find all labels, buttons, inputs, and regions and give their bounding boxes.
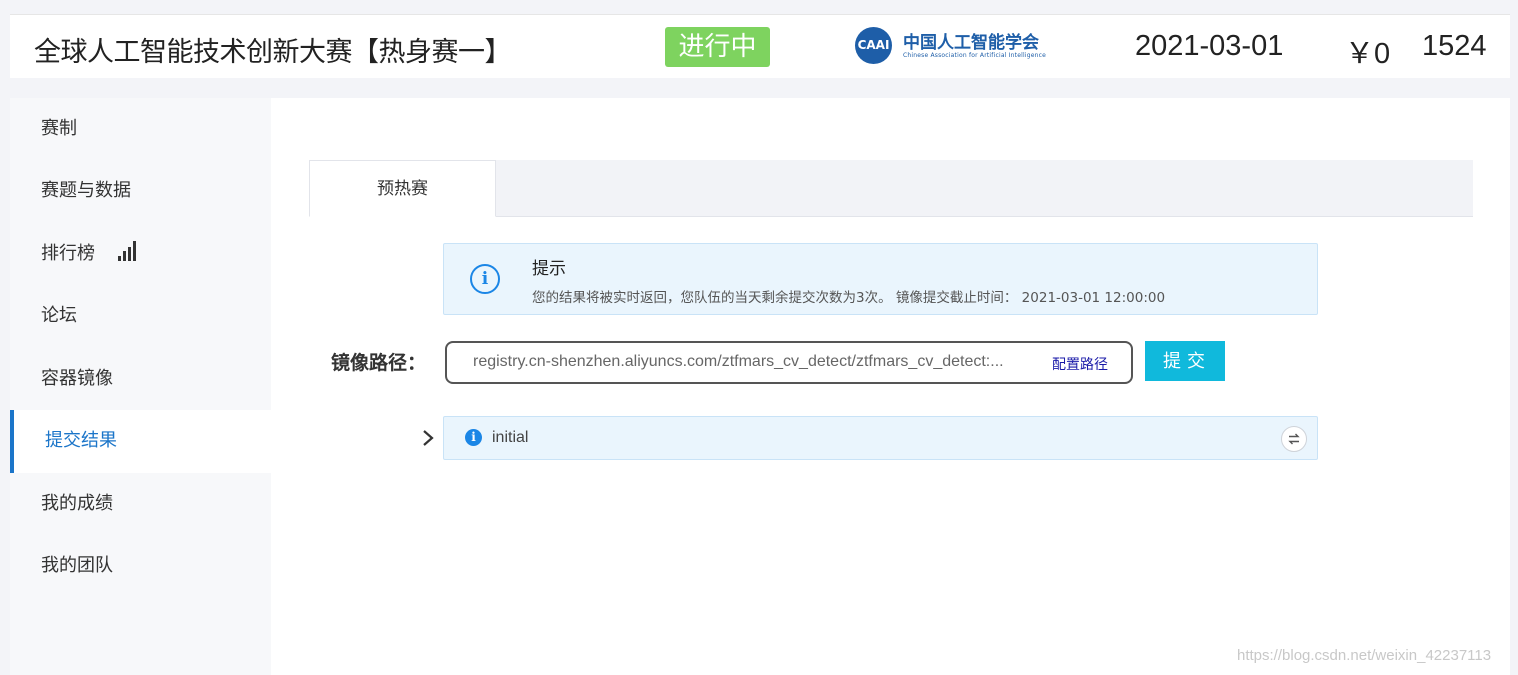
status-badge: 进行中 xyxy=(665,27,770,67)
competition-date: 2021-03-01 xyxy=(1135,30,1284,62)
image-path-field[interactable]: registry.cn-shenzhen.aliyuncs.com/ztfmar… xyxy=(445,341,1133,384)
sidebar-item-problem-data[interactable]: 赛题与数据 xyxy=(10,160,271,222)
bar-chart-icon xyxy=(117,241,137,261)
sidebar-item-label: 论坛 xyxy=(41,305,77,326)
sidebar-item-label: 我的成绩 xyxy=(41,493,113,514)
submit-button[interactable]: 提交 xyxy=(1145,341,1225,381)
sidebar-item-leaderboard[interactable]: 排行榜 xyxy=(10,223,271,285)
submission-result-row[interactable]: i initial xyxy=(443,416,1318,460)
team-count: 1524 xyxy=(1422,30,1487,62)
competition-header: 全球人工智能技术创新大赛【热身赛一】 进行中 CAAI 中国人工智能学会 Chi… xyxy=(10,14,1510,78)
tab-warmup[interactable]: 预热赛 xyxy=(309,160,496,217)
tip-message: 您的结果将被实时返回，您队伍的当天剩余提交次数为3次。 镜像提交截止时间： 20… xyxy=(532,290,1166,306)
sidebar-item-label: 赛制 xyxy=(41,118,77,139)
chevron-right-icon[interactable] xyxy=(421,428,435,448)
sidebar-item-container-image[interactable]: 容器镜像 xyxy=(10,348,271,410)
info-circle-icon: i xyxy=(470,264,500,294)
logo-name-en: Chinese Association for Artificial Intel… xyxy=(903,52,1047,59)
sidebar-item-forum[interactable]: 论坛 xyxy=(10,285,271,347)
tip-alert: i 提示 您的结果将被实时返回，您队伍的当天剩余提交次数为3次。 镜像提交截止时… xyxy=(443,243,1318,315)
image-path-value[interactable]: registry.cn-shenzhen.aliyuncs.com/ztfmar… xyxy=(473,353,1008,371)
main-panel: 预热赛 i 提示 您的结果将被实时返回，您队伍的当天剩余提交次数为3次。 镜像提… xyxy=(271,98,1510,675)
caai-logo: CAAI 中国人工智能学会 Chinese Association for Ar… xyxy=(855,25,1046,67)
sidebar-item-my-team[interactable]: 我的团队 xyxy=(10,535,271,597)
info-filled-icon: i xyxy=(465,429,482,446)
logo-name-cn: 中国人工智能学会 xyxy=(903,33,1039,53)
refresh-icon[interactable] xyxy=(1281,426,1307,452)
sidebar-item-rules[interactable]: 赛制 xyxy=(10,98,271,160)
sidebar-item-label: 我的团队 xyxy=(41,555,113,576)
sidebar-item-label: 排行榜 xyxy=(41,243,95,264)
sidebar-nav: 赛制 赛题与数据 排行榜 论坛 容器镜像 提交结果 我的成绩 我的团队 xyxy=(10,98,271,675)
tab-bar: 预热赛 xyxy=(309,160,1473,217)
tip-title: 提示 xyxy=(532,259,566,279)
prize-amount: ￥0 xyxy=(1345,38,1391,70)
sidebar-item-my-scores[interactable]: 我的成绩 xyxy=(10,473,271,535)
sidebar-item-label: 赛题与数据 xyxy=(41,180,131,201)
sidebar-item-submit-result[interactable]: 提交结果 xyxy=(10,410,271,473)
configure-path-link[interactable]: 配置路径 xyxy=(1052,354,1108,374)
sidebar-item-label: 容器镜像 xyxy=(41,368,113,389)
competition-title: 全球人工智能技术创新大赛【热身赛一】 xyxy=(34,37,512,68)
submission-status: initial xyxy=(492,429,529,446)
image-path-label: 镜像路径： xyxy=(331,352,427,374)
caai-logo-icon: CAAI xyxy=(855,27,892,64)
watermark: https://blog.csdn.net/weixin_42237113 xyxy=(1237,647,1492,664)
sidebar-item-label: 提交结果 xyxy=(45,430,117,451)
